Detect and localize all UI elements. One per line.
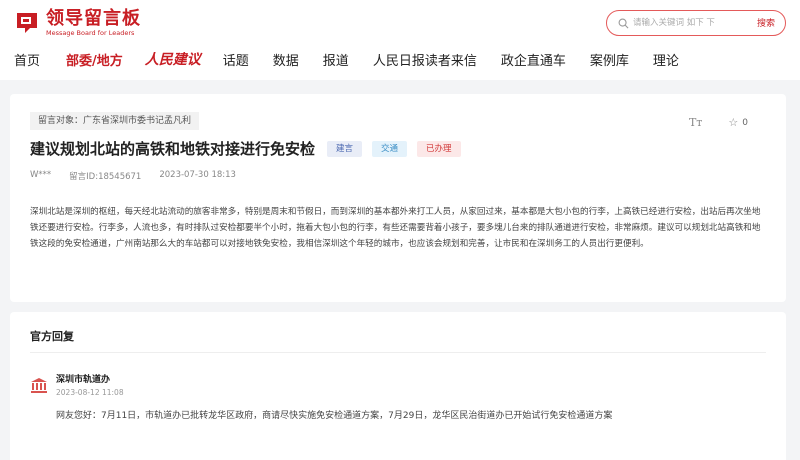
reply-header: 官方回复 <box>30 330 74 343</box>
font-size-icon[interactable]: Tт <box>689 116 702 129</box>
reply-body: 网友您好：7月11日，市轨道办已批转龙华区政府，商请尽快实施免安检通道方案，7月… <box>56 411 613 421</box>
nav-item-data[interactable]: 数据 <box>273 50 299 69</box>
nav-item-reports[interactable]: 报道 <box>323 50 349 69</box>
nav-item-ministries[interactable]: 部委/地方 <box>66 50 123 69</box>
tag-type-badge: 建言 <box>327 140 363 157</box>
message-meta: W*** 留言ID:18545671 2023-07-30 18:13 <box>30 170 254 182</box>
divider <box>30 352 766 353</box>
logo-title: 领导留言板 <box>46 8 141 29</box>
message-content: 深圳北站是深圳的枢纽，每天经北站流动的旅客非常多，特别是周末和节假日，而到深圳的… <box>30 207 761 249</box>
main-nav: 首页 部委/地方 人民建议 话题 数据 报道 人民日报读者来信 政企直通车 案例… <box>0 46 679 72</box>
nav-item-people-suggestion[interactable]: 人民建议 <box>145 49 201 69</box>
favorite-count: 0 <box>742 117 748 128</box>
tag-topic-badge[interactable]: 交通 <box>372 140 408 157</box>
message-card: 留言对象：广东省深圳市委书记孟凡利 Tт ☆ 0 建议规划北站的高铁和地铁对接进… <box>10 94 786 302</box>
search-button[interactable]: 搜索 <box>757 16 775 29</box>
star-icon: ☆ <box>728 116 739 129</box>
reply-org-name: 深圳市轨道办 <box>56 375 111 385</box>
search-input[interactable] <box>633 14 751 32</box>
search-box: 搜索 <box>606 10 786 36</box>
logo-subtitle: Message Board for Leaders <box>46 29 135 37</box>
nav-item-home[interactable]: 首页 <box>14 50 40 69</box>
logo-mark-icon <box>14 10 40 36</box>
reply-card: 官方回复 深圳市轨道办 2023-08-12 11:08 网友您好：7月11日，… <box>10 312 786 460</box>
site-logo[interactable]: 领导留言板 Message Board for Leaders <box>14 9 141 37</box>
search-icon <box>618 18 629 29</box>
nav-item-enterprise[interactable]: 政企直通车 <box>501 50 566 69</box>
tag-status-badge: 已办理 <box>417 140 461 157</box>
message-title-row: 建议规划北站的高铁和地铁对接进行免安检 建言 交通 已办理 <box>30 138 461 159</box>
reply-time: 2023-08-12 11:08 <box>56 388 124 397</box>
message-time: 2023-07-30 18:13 <box>159 170 236 180</box>
message-author: W*** <box>30 170 52 180</box>
message-title: 建议规划北站的高铁和地铁对接进行免安检 <box>30 140 316 158</box>
message-target: 留言对象：广东省深圳市委书记孟凡利 <box>30 112 200 130</box>
message-tools: Tт ☆ 0 <box>689 116 748 129</box>
government-building-icon <box>31 378 47 393</box>
message-id: 留言ID:18545671 <box>69 172 142 182</box>
top-bar: 领导留言板 Message Board for Leaders 搜索 首页 部委… <box>0 0 800 80</box>
nav-item-people-suggestion-label: 人民建议 <box>144 52 201 68</box>
favorite-button[interactable]: ☆ 0 <box>728 116 748 129</box>
nav-item-readers-letters[interactable]: 人民日报读者来信 <box>373 50 477 69</box>
nav-item-topics[interactable]: 话题 <box>223 50 249 69</box>
nav-item-theory[interactable]: 理论 <box>653 50 679 69</box>
nav-item-cases[interactable]: 案例库 <box>590 50 629 69</box>
